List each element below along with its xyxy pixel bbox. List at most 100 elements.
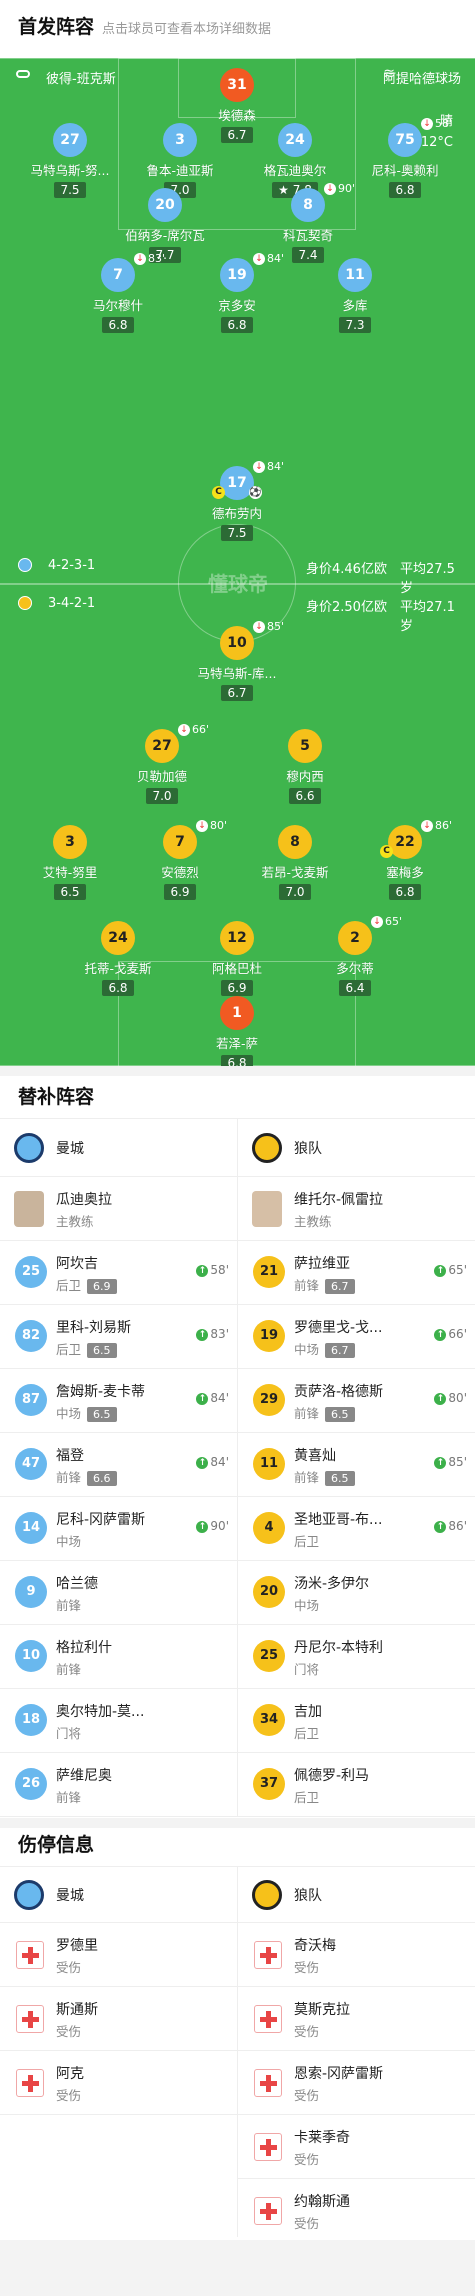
- sub-in-icon: ↑: [434, 1456, 447, 1469]
- player-rating: 6.8: [102, 980, 134, 996]
- footer-gap: [0, 2240, 475, 2296]
- player-position: 前锋: [56, 1598, 82, 1613]
- sub-out-icon: ↓: [253, 621, 265, 633]
- sub-out-icon: ↓: [421, 820, 433, 832]
- player-name: 罗德里: [56, 1938, 98, 1954]
- sub-player-row[interactable]: 21 萨拉维亚 前锋 6.7 ↑ 65': [238, 1241, 475, 1305]
- player-position: 前锋 6.5: [294, 1403, 355, 1422]
- away-team-row[interactable]: 狼队: [238, 1119, 475, 1177]
- player-name: 尼科-奥赖利: [371, 163, 439, 178]
- player-home-7[interactable]: 7 ↓ 83' 马尔穆什 6.8: [63, 252, 173, 333]
- sub-out-icon: ↓: [253, 253, 265, 265]
- away-age: 平均27.1岁: [400, 600, 455, 634]
- player-away-19[interactable]: 12 阿格巴杜 6.9: [182, 921, 292, 996]
- player-name: 莫斯克拉: [294, 2002, 350, 2018]
- sub-player-row[interactable]: 19 罗德里戈-戈... 中场 6.7 ↑ 66': [238, 1305, 475, 1369]
- player-name: 托蒂-戈麦斯: [84, 961, 152, 976]
- sub-player-row[interactable]: 25 丹尼尔-本特利 门将: [238, 1625, 475, 1689]
- player-number: 10: [15, 1640, 47, 1672]
- mancity-logo-icon: [14, 1880, 44, 1910]
- sub-player-row[interactable]: 18 奥尔特加-莫... 门将: [0, 1689, 237, 1753]
- player-away-18[interactable]: 24 托蒂-戈麦斯 6.8: [63, 921, 173, 996]
- player-number: 24: [101, 921, 135, 955]
- player-position: 后卫: [294, 1726, 320, 1741]
- sub-player-row[interactable]: 25 阿坎吉 后卫 6.9 ↑ 58': [0, 1241, 237, 1305]
- player-home-9[interactable]: 11 多库 7.3: [300, 258, 410, 333]
- sub-player-row[interactable]: 20 汤米-多伊尔 中场: [238, 1561, 475, 1625]
- player-away-16[interactable]: 8 若昂-戈麦斯 7.0: [240, 825, 350, 900]
- player-name: 京多安: [218, 298, 256, 313]
- sub-player-row[interactable]: 4 圣地亚哥-布... 后卫 ↑ 86': [238, 1497, 475, 1561]
- player-number: 25: [15, 1256, 47, 1288]
- player-number: 8 ↓ 90': [291, 182, 355, 222]
- player-rating: 6.6: [87, 1471, 117, 1486]
- player-rating: 6.7: [325, 1343, 355, 1358]
- injury-status: 受伤: [294, 1960, 320, 1975]
- player-number: 82: [15, 1320, 47, 1352]
- player-number: 26: [15, 1768, 47, 1800]
- player-gk-away-21[interactable]: 1 若泽-萨 6.8: [182, 996, 292, 1066]
- medical-kit-icon: [254, 2069, 282, 2097]
- player-home-8[interactable]: 19 ↓ 84' 京多安 6.8: [182, 252, 292, 333]
- player-home-1[interactable]: 27 马特乌斯-努... 7.5: [15, 123, 125, 198]
- player-away-20[interactable]: 2 ↓ 65' 多尔蒂 6.4: [300, 915, 410, 996]
- player-away-14[interactable]: 3 艾特-努里 6.5: [15, 825, 125, 900]
- player-name: 卡莱季奇: [294, 2130, 350, 2146]
- medical-kit-icon: [254, 1941, 282, 1969]
- player-away-13[interactable]: 5 穆内西 6.6: [250, 729, 360, 804]
- player-name: 多尔蒂: [336, 961, 374, 976]
- player-away-15[interactable]: 7 ↓ 80' 安德烈 6.9: [125, 819, 235, 900]
- player-away-11[interactable]: 10 ↓ 85' 马特乌斯-库... 6.7: [182, 620, 292, 701]
- sub-out-icon: ↓: [421, 118, 433, 130]
- player-home-4[interactable]: 75 ↓ 58' 尼科-奥赖利 6.8: [350, 117, 460, 198]
- player-rating: 7.0: [279, 884, 311, 900]
- sub-in-time: ↑ 84': [196, 1391, 229, 1405]
- lineup-subtitle: 点击球员可查看本场详细数据: [102, 22, 272, 37]
- home-value: 身价4.46亿欧: [306, 562, 387, 577]
- injury-row: 恩索-冈萨雷斯 受伤: [238, 2051, 475, 2115]
- away-coach-row[interactable]: 维托尔-佩雷拉 主教练: [238, 1177, 475, 1241]
- player-number: 18: [15, 1704, 47, 1736]
- sub-player-row[interactable]: 87 詹姆斯-麦卡蒂 中场 6.5 ↑ 84': [0, 1369, 237, 1433]
- player-away-17[interactable]: 22 ↓ 86' C 塞梅多 6.8: [350, 819, 460, 900]
- player-home-2[interactable]: 3 鲁本-迪亚斯 7.0: [125, 123, 235, 198]
- sub-player-row[interactable]: 37 佩德罗-利马 后卫: [238, 1753, 475, 1817]
- away-coach-role: 主教练: [294, 1214, 332, 1229]
- home-age: 平均27.5岁: [400, 562, 455, 596]
- sub-player-row[interactable]: 10 格拉利什 前锋: [0, 1625, 237, 1689]
- injury-status: 受伤: [294, 2216, 320, 2231]
- sub-player-row[interactable]: 29 贡萨洛-格德斯 前锋 6.5 ↑ 80': [238, 1369, 475, 1433]
- sub-player-row[interactable]: 9 哈兰德 前锋: [0, 1561, 237, 1625]
- away-team-name: 狼队: [294, 1888, 322, 1904]
- player-number: 27: [53, 123, 87, 157]
- player-number: 4: [253, 1512, 285, 1544]
- wolves-logo-icon: [252, 1880, 282, 1910]
- player-name: 德布劳内: [211, 506, 262, 521]
- home-team-row[interactable]: 曼城: [0, 1119, 237, 1177]
- player-rating: 7.0: [146, 788, 178, 804]
- player-rating: 6.5: [325, 1407, 355, 1422]
- sub-player-row[interactable]: 34 吉加 后卫: [238, 1689, 475, 1753]
- sub-in-icon: ↑: [196, 1456, 209, 1469]
- sub-player-row[interactable]: 26 萨维尼奥 前锋: [0, 1753, 237, 1817]
- player-away-12[interactable]: 27 ↓ 66' 贝勒加德 7.0: [107, 723, 217, 804]
- sub-player-row[interactable]: 11 黄喜灿 前锋 6.5 ↑ 85': [238, 1433, 475, 1497]
- sub-player-row[interactable]: 82 里科-刘易斯 后卫 6.5 ↑ 83': [0, 1305, 237, 1369]
- away-subs-column: 狼队 维托尔-佩雷拉 主教练 21 萨拉维亚 前锋 6.7 ↑ 65' 19 罗德里戈-戈..…: [238, 1119, 475, 1819]
- player-rating: 6.8: [221, 317, 253, 333]
- sub-in-time: ↑ 85': [434, 1455, 467, 1469]
- player-home-10[interactable]: 17 ↓ 84' C ⚽ 德布劳内 7.5: [182, 460, 292, 541]
- player-name: 汤米-多伊尔: [294, 1576, 370, 1592]
- sub-in-icon: ↑: [434, 1328, 447, 1341]
- medical-kit-icon: [16, 2005, 44, 2033]
- player-name: 马特乌斯-库...: [197, 666, 277, 681]
- player-number: 14: [15, 1512, 47, 1544]
- injury-row: 罗德里 受伤: [0, 1923, 237, 1987]
- player-number: 47: [15, 1448, 47, 1480]
- player-name: 穆内西: [286, 769, 324, 784]
- home-formation: 4-2-3-1: [48, 558, 96, 573]
- player-name: 艾特-努里: [42, 865, 98, 880]
- home-coach-row[interactable]: 瓜迪奥拉 主教练: [0, 1177, 237, 1241]
- sub-player-row[interactable]: 14 尼科-冈萨雷斯 中场 ↑ 90': [0, 1497, 237, 1561]
- sub-player-row[interactable]: 47 福登 前锋 6.6 ↑ 84': [0, 1433, 237, 1497]
